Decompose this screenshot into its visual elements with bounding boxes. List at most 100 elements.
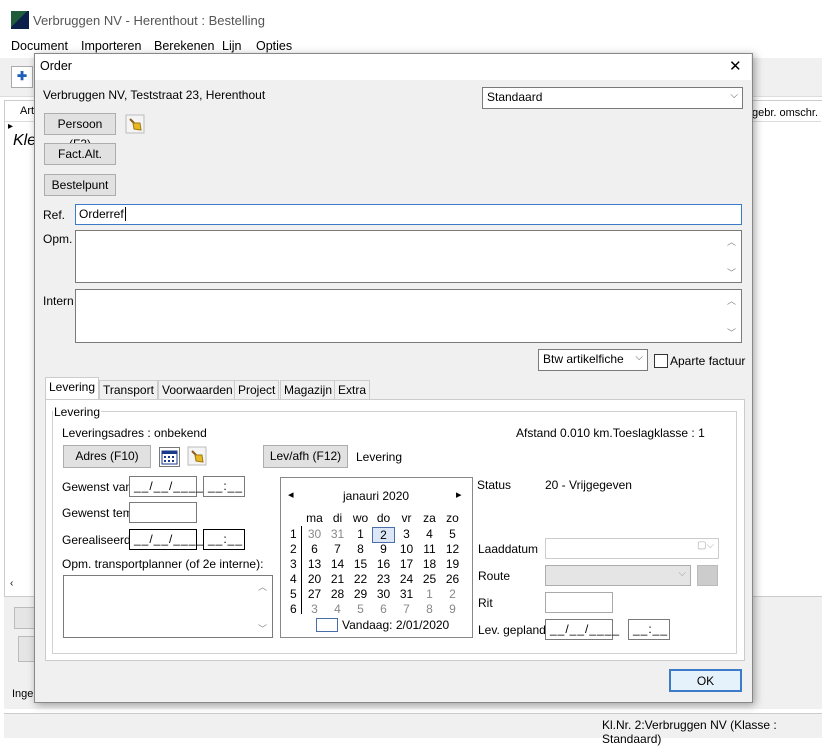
calendar-day[interactable]: 14: [326, 557, 349, 571]
intern-textarea[interactable]: [75, 289, 742, 343]
calendar-day[interactable]: 22: [349, 572, 372, 586]
opm-transport-textarea[interactable]: [63, 575, 273, 638]
lev-gepland-time[interactable]: __:__: [628, 619, 670, 640]
calendar-day[interactable]: 16: [372, 557, 395, 571]
calendar-day[interactable]: 19: [441, 557, 464, 571]
rit-input[interactable]: [545, 592, 613, 613]
broom-icon[interactable]: [187, 446, 207, 466]
gerealiseerd-date[interactable]: __/__/____: [129, 529, 203, 550]
calendar-month[interactable]: janauri 2020: [343, 489, 409, 503]
btw-select[interactable]: Btw artikelfiche ⌵: [538, 349, 648, 371]
intern-label: Intern: [43, 294, 74, 308]
calendar-day[interactable]: 2: [372, 527, 395, 543]
calendar-day[interactable]: 31: [326, 527, 349, 541]
add-icon[interactable]: ✚: [11, 66, 33, 88]
calendar-day[interactable]: 7: [326, 542, 349, 556]
type-select[interactable]: Standaard ⌵: [482, 87, 743, 109]
calendar-day[interactable]: 4: [326, 602, 349, 616]
laaddatum-label: Laaddatum: [478, 542, 539, 556]
scroll-down-icon[interactable]: ﹀: [258, 622, 267, 635]
tab-magazijn[interactable]: Magazijn: [280, 380, 337, 400]
grid-col-gebr: gebr. omschr.: [752, 107, 819, 119]
calendar-day[interactable]: 20: [303, 572, 326, 586]
calendar-day[interactable]: 13: [303, 557, 326, 571]
calendar-day[interactable]: 3: [303, 602, 326, 616]
calendar-day[interactable]: 11: [418, 542, 441, 556]
ref-input[interactable]: Orderref: [75, 204, 742, 225]
menu-opties[interactable]: Opties: [256, 39, 292, 53]
calendar-day[interactable]: 8: [349, 542, 372, 556]
calendar-day[interactable]: 10: [395, 542, 418, 556]
menu-document[interactable]: Document: [11, 39, 68, 53]
scroll-up-icon[interactable]: ︿: [727, 294, 736, 307]
calendar-day[interactable]: 5: [441, 527, 464, 541]
next-month-icon[interactable]: ▸: [456, 488, 462, 501]
today-link[interactable]: Vandaag: 2/01/2020: [342, 618, 449, 632]
scroll-down-icon[interactable]: ﹀: [727, 266, 736, 279]
tab-extra[interactable]: Extra: [334, 380, 371, 400]
scroll-up-icon[interactable]: ︿: [727, 235, 736, 248]
menu-lijn[interactable]: Lijn: [222, 39, 241, 53]
calendar-day[interactable]: 28: [326, 587, 349, 601]
tab-voorwaarden[interactable]: Voorwaarden: [158, 380, 237, 400]
calendar-day[interactable]: 31: [395, 587, 418, 601]
calendar-day[interactable]: 8: [418, 602, 441, 616]
lev-gepland-date[interactable]: __/__/____: [545, 619, 619, 640]
calendar-day[interactable]: 26: [441, 572, 464, 586]
scroll-up-icon[interactable]: ︿: [258, 580, 267, 593]
calendar-day[interactable]: 29: [349, 587, 372, 601]
calendar-day[interactable]: 30: [372, 587, 395, 601]
gewenst-van-date[interactable]: __/__/____: [129, 476, 203, 497]
calendar-day[interactable]: 9: [441, 602, 464, 616]
tab-transport[interactable]: Transport: [99, 380, 158, 400]
calendar-day[interactable]: 6: [372, 602, 395, 616]
broom-icon[interactable]: [125, 114, 145, 134]
scroll-left-icon[interactable]: ‹: [10, 578, 13, 589]
calendar-day[interactable]: 9: [372, 542, 395, 556]
levering-type-label: Levering: [356, 450, 403, 464]
adres-button[interactable]: Adres (F10): [63, 445, 151, 468]
ok-button[interactable]: OK: [669, 669, 742, 692]
calendar-day[interactable]: 21: [326, 572, 349, 586]
calendar-day[interactable]: 4: [418, 527, 441, 541]
calendar-day[interactable]: 24: [395, 572, 418, 586]
calendar-day[interactable]: 18: [418, 557, 441, 571]
calendar-day[interactable]: 6: [303, 542, 326, 556]
ref-label: Ref.: [43, 208, 66, 222]
calendar-day[interactable]: 17: [395, 557, 418, 571]
gewenst-van-time[interactable]: __:__: [203, 476, 245, 497]
calendar-day[interactable]: 7: [395, 602, 418, 616]
bestelpunt-button[interactable]: Bestelpunt: [44, 174, 116, 196]
calendar-day[interactable]: 3: [395, 527, 418, 541]
fact-alt-button[interactable]: Fact.Alt.: [44, 143, 116, 165]
calendar-day[interactable]: 23: [372, 572, 395, 586]
menu-importeren[interactable]: Importeren: [81, 39, 141, 53]
calendar-day[interactable]: 1: [418, 587, 441, 601]
prev-month-icon[interactable]: ◂: [288, 488, 294, 501]
route-select[interactable]: ⌵: [545, 565, 691, 586]
calendar-day[interactable]: 30: [303, 527, 326, 541]
tab-levering[interactable]: Levering: [45, 377, 100, 400]
calendar-day[interactable]: 5: [349, 602, 372, 616]
calendar-day[interactable]: 1: [349, 527, 372, 541]
calendar-day[interactable]: 27: [303, 587, 326, 601]
calendar-day[interactable]: 15: [349, 557, 372, 571]
close-icon[interactable]: ✕: [729, 57, 742, 75]
calendar-day[interactable]: 25: [418, 572, 441, 586]
gewenst-tem-date[interactable]: [129, 502, 197, 523]
menu-berekenen[interactable]: Berekenen: [154, 39, 214, 53]
tab-project[interactable]: Project: [234, 380, 280, 400]
laaddatum-picker[interactable]: ▢⌵: [545, 538, 719, 559]
scroll-down-icon[interactable]: ﹀: [727, 326, 736, 339]
opm-textarea[interactable]: [75, 230, 742, 283]
calendar-icon[interactable]: [159, 447, 180, 467]
lower-button[interactable]: [14, 607, 36, 629]
calendar-day[interactable]: 2: [441, 587, 464, 601]
lev-afh-button[interactable]: Lev/afh (F12): [263, 445, 348, 468]
route-button[interactable]: [697, 565, 718, 586]
aparte-factuur-checkbox[interactable]: [654, 354, 668, 368]
calendar-day[interactable]: 12: [441, 542, 464, 556]
gerealiseerd-time[interactable]: __:__: [203, 529, 245, 550]
persoon-button[interactable]: Persoon (F3): [44, 113, 116, 151]
customer-address: Verbruggen NV, Teststraat 23, Herenthout: [43, 88, 266, 102]
